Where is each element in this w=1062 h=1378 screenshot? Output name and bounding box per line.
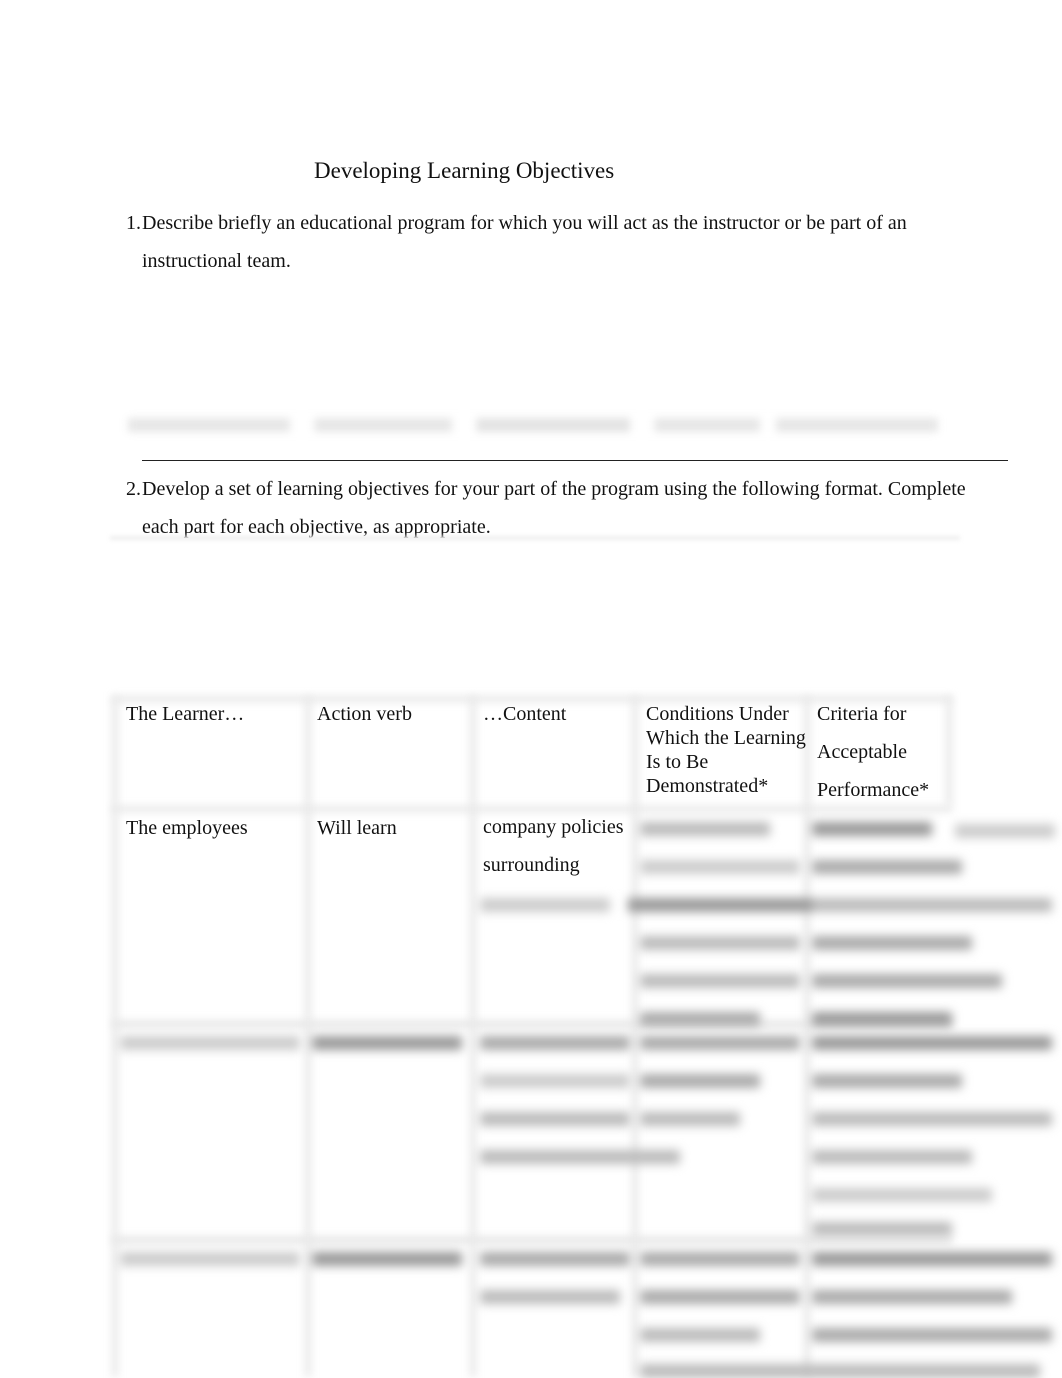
blurred-row-3 [0,0,1062,1378]
